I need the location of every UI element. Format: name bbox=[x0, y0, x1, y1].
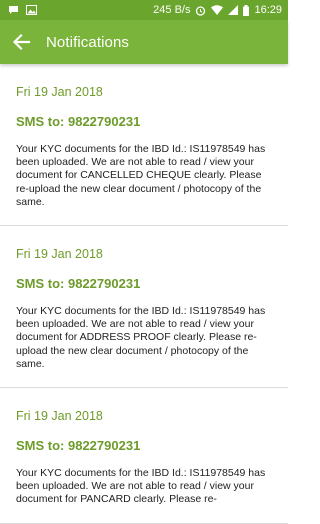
notification-item[interactable]: Fri 19 Jan 2018 SMS to: 9822790231 Your … bbox=[0, 388, 288, 524]
page-title: Notifications bbox=[46, 33, 130, 51]
notification-item[interactable]: Fri 19 Jan 2018 SMS to: 9822790231 Your … bbox=[0, 64, 288, 227]
network-speed: 245 B/s bbox=[153, 4, 191, 16]
message-icon bbox=[8, 5, 19, 15]
clock-time: 16:29 bbox=[254, 4, 282, 16]
back-button[interactable] bbox=[10, 31, 32, 53]
alarm-icon bbox=[195, 5, 206, 16]
notification-date: Fri 19 Jan 2018 bbox=[16, 247, 103, 262]
wifi-icon bbox=[211, 5, 224, 15]
notification-message: Your KYC documents for the IBD Id.: IS11… bbox=[16, 467, 266, 506]
arrow-left-icon bbox=[12, 33, 31, 51]
notification-date: Fri 19 Jan 2018 bbox=[16, 85, 103, 99]
notification-date: Fri 19 Jan 2018 bbox=[16, 409, 103, 424]
app-bar: Notifications bbox=[0, 20, 288, 64]
notification-message: Your KYC documents for the IBD Id.: IS11… bbox=[16, 305, 266, 370]
status-bar: 245 B/s 16:29 bbox=[0, 0, 288, 20]
signal-icon bbox=[228, 5, 239, 15]
battery-icon bbox=[243, 4, 250, 16]
notification-sms-to: SMS to: 9822790231 bbox=[16, 114, 141, 129]
image-icon bbox=[26, 5, 37, 15]
notification-list[interactable]: Fri 19 Jan 2018 SMS to: 9822790231 Your … bbox=[0, 64, 288, 524]
notification-sms-to: SMS to: 9822790231 bbox=[16, 276, 141, 292]
notification-item[interactable]: Fri 19 Jan 2018 SMS to: 9822790231 Your … bbox=[0, 226, 288, 389]
notification-message: Your KYC documents for the IBD Id.: IS11… bbox=[16, 143, 266, 208]
notification-sms-to: SMS to: 9822790231 bbox=[16, 438, 141, 454]
